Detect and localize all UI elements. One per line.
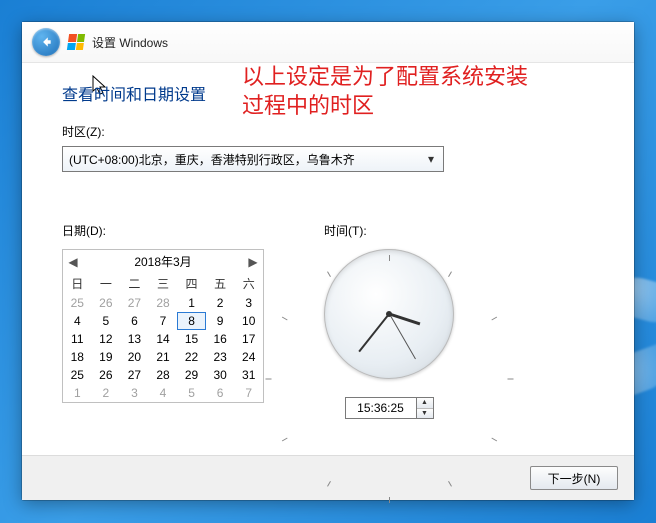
calendar-month-title: 2018年3月 — [134, 253, 191, 270]
time-column: 时间(T): ▲ ▼ — [324, 210, 454, 419]
calendar-day[interactable]: 1 — [63, 384, 92, 402]
content-area: 以上设定是为了配置系统安装 过程中的时区 查看时间和日期设置 时区(Z): (U… — [22, 63, 634, 455]
calendar-day[interactable]: 26 — [92, 294, 121, 312]
calendar-dow: 二 — [120, 273, 149, 294]
calendar-day[interactable]: 7 — [149, 312, 178, 330]
timezone-label: 时区(Z): — [62, 123, 594, 140]
calendar-day[interactable]: 17 — [234, 330, 263, 348]
back-button[interactable] — [32, 28, 60, 56]
calendar-day[interactable]: 25 — [63, 366, 92, 384]
calendar-day[interactable]: 2 — [92, 384, 121, 402]
calendar-day[interactable]: 24 — [234, 348, 263, 366]
calendar-day[interactable]: 2 — [206, 294, 235, 312]
calendar-day[interactable]: 23 — [206, 348, 235, 366]
calendar-day[interactable]: 11 — [63, 330, 92, 348]
footer: 下一步(N) — [22, 455, 634, 500]
calendar-day[interactable]: 31 — [234, 366, 263, 384]
calendar-day[interactable]: 18 — [63, 348, 92, 366]
calendar-day[interactable]: 28 — [149, 294, 178, 312]
clock-tick — [327, 271, 331, 277]
timezone-selected-text: (UTC+08:00)北京，重庆，香港特别行政区，乌鲁木齐 — [69, 151, 355, 168]
time-spin-down[interactable]: ▼ — [417, 409, 433, 419]
clock-minute-hand — [358, 313, 389, 352]
calendar-day[interactable]: 25 — [63, 294, 92, 312]
clock-tick — [282, 438, 288, 442]
calendar-dow: 五 — [206, 273, 235, 294]
calendar-day[interactable]: 30 — [206, 366, 235, 384]
calendar-day[interactable]: 20 — [120, 348, 149, 366]
arrow-left-icon — [39, 35, 53, 49]
calendar-dow: 日 — [63, 273, 92, 294]
clock-tick — [448, 271, 452, 277]
calendar-dow: 六 — [234, 273, 263, 294]
calendar-day[interactable]: 6 — [120, 312, 149, 330]
calendar-day[interactable]: 12 — [92, 330, 121, 348]
calendar-day[interactable]: 9 — [206, 312, 235, 330]
clock-tick — [282, 317, 288, 321]
time-spinner: ▲ ▼ — [416, 397, 434, 419]
clock-tick — [389, 255, 390, 261]
clock-tick — [491, 317, 497, 321]
calendar-day[interactable]: 13 — [120, 330, 149, 348]
calendar-day[interactable]: 15 — [177, 330, 206, 348]
calendar-day[interactable]: 3 — [120, 384, 149, 402]
calendar-day[interactable]: 4 — [149, 384, 178, 402]
calendar-day[interactable]: 8 — [177, 312, 206, 330]
next-button[interactable]: 下一步(N) — [530, 466, 618, 490]
calendar-day[interactable]: 6 — [206, 384, 235, 402]
calendar-dow: 四 — [177, 273, 206, 294]
calendar-day[interactable]: 19 — [92, 348, 121, 366]
calendar-day[interactable]: 4 — [63, 312, 92, 330]
clock-tick — [508, 379, 514, 380]
clock-tick — [266, 379, 272, 380]
clock-tick — [389, 497, 390, 503]
calendar-day[interactable]: 21 — [149, 348, 178, 366]
calendar-next-button[interactable]: ▶ — [245, 255, 261, 269]
external-annotation: 以上设定是为了配置系统安装 过程中的时区 — [242, 63, 528, 120]
calendar-dow: 一 — [92, 273, 121, 294]
titlebar: 设置 Windows — [22, 22, 634, 63]
calendar-day[interactable]: 5 — [177, 384, 206, 402]
time-spin-up[interactable]: ▲ — [417, 398, 433, 409]
windows-logo-icon — [67, 34, 85, 50]
window-title: 设置 Windows — [92, 34, 168, 51]
calendar-day[interactable]: 27 — [120, 294, 149, 312]
calendar-grid: 日一二三四五六252627281234567891011121314151617… — [63, 273, 263, 402]
calendar-day[interactable]: 10 — [234, 312, 263, 330]
calendar: ◀ 2018年3月 ▶ 日一二三四五六252627281234567891011… — [62, 249, 264, 403]
time-input[interactable] — [345, 397, 416, 419]
clock-tick — [491, 438, 497, 442]
date-label: 日期(D): — [62, 222, 264, 239]
calendar-day[interactable]: 16 — [206, 330, 235, 348]
calendar-day[interactable]: 5 — [92, 312, 121, 330]
analog-clock — [324, 249, 454, 379]
calendar-day[interactable]: 29 — [177, 366, 206, 384]
calendar-day[interactable]: 1 — [177, 294, 206, 312]
calendar-day[interactable]: 27 — [120, 366, 149, 384]
timezone-dropdown[interactable]: (UTC+08:00)北京，重庆，香港特别行政区，乌鲁木齐 ▾ — [62, 146, 444, 172]
calendar-day[interactable]: 14 — [149, 330, 178, 348]
date-column: 日期(D): ◀ 2018年3月 ▶ 日一二三四五六25262728123456… — [62, 210, 264, 419]
calendar-day[interactable]: 7 — [234, 384, 263, 402]
calendar-day[interactable]: 28 — [149, 366, 178, 384]
chevron-down-icon: ▾ — [423, 151, 439, 167]
calendar-day[interactable]: 3 — [234, 294, 263, 312]
time-label: 时间(T): — [324, 222, 454, 239]
calendar-day[interactable]: 26 — [92, 366, 121, 384]
calendar-day[interactable]: 22 — [177, 348, 206, 366]
calendar-dow: 三 — [149, 273, 178, 294]
setup-window: 设置 Windows 以上设定是为了配置系统安装 过程中的时区 查看时间和日期设… — [22, 22, 634, 500]
calendar-prev-button[interactable]: ◀ — [65, 255, 81, 269]
